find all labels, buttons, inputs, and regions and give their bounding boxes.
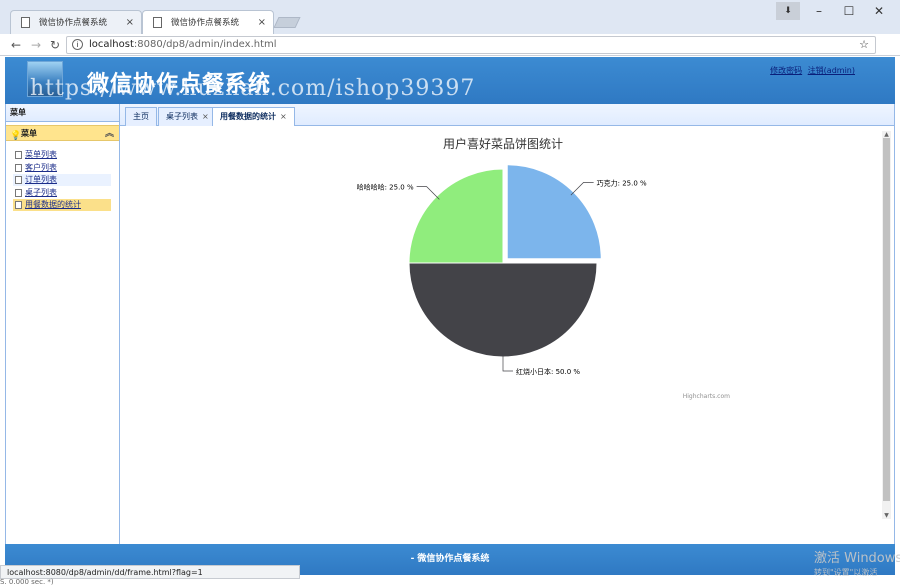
lightbulb-icon: 💡 — [10, 131, 22, 141]
scroll-down-icon[interactable]: ▼ — [883, 512, 890, 519]
close-tab-icon[interactable]: × — [126, 11, 134, 35]
new-tab-button[interactable] — [273, 17, 301, 28]
sidebar-item-order-list[interactable]: 订单列表 — [13, 174, 111, 186]
close-tab-icon[interactable]: × — [280, 112, 287, 121]
bookmark-star-icon[interactable]: ☆ — [859, 37, 869, 53]
chart-area: 用户喜好菜品饼图统计 巧克力: 25.0 % 红烧小日本: 50.0 % 哈哈哈哈:… — [120, 126, 894, 544]
browser-tab-title: 微信协作点餐系统 — [171, 18, 240, 28]
sidebar-item-table-list[interactable]: 桌子列表 — [13, 187, 111, 199]
sidebar-item-label[interactable]: 桌子列表 — [25, 188, 57, 197]
tab-dining-stats[interactable]: 用餐数据的统计 × — [212, 107, 295, 127]
windows-activation-watermark: 激活 Windows 转到"设置"以激活 — [814, 547, 900, 578]
header-links: 修改密码 注销(admin) — [767, 65, 855, 76]
maximize-button[interactable]: ☐ — [834, 2, 864, 20]
chart-title: 用户喜好菜品饼图统计 — [443, 136, 563, 151]
url-host: localhost — [89, 39, 134, 50]
activate-windows-line1: 激活 Windows — [814, 551, 900, 566]
browser-tab-1[interactable]: 微信协作点餐系统 × — [10, 10, 142, 34]
profile-icon[interactable]: ⬇ — [776, 2, 800, 20]
pie-slice-0[interactable] — [506, 164, 602, 260]
browser-tab-2[interactable]: 微信协作点餐系统 × — [142, 10, 274, 34]
sidebar-item-dining-stats[interactable]: 用餐数据的统计 — [13, 199, 111, 211]
status-url: localhost:8080/dp8/admin/dd/frame.html?f… — [0, 565, 300, 579]
forward-icon[interactable]: → — [28, 37, 44, 53]
tab-label: 用餐数据的统计 — [220, 112, 276, 121]
document-icon — [15, 201, 22, 209]
sidebar-item-customer-list[interactable]: 客户列表 — [13, 162, 111, 174]
close-window-button[interactable]: ✕ — [864, 2, 894, 20]
tab-label: 桌子列表 — [166, 112, 198, 121]
info-icon[interactable]: i — [72, 39, 83, 50]
watermark-text: https://www.huzhan.com/ishop39397 — [30, 76, 476, 101]
tab-table-list[interactable]: 桌子列表 × — [158, 107, 217, 126]
change-password-link[interactable]: 修改密码 — [770, 66, 802, 75]
close-tab-icon[interactable]: × — [202, 112, 209, 121]
reload-icon[interactable]: ↻ — [47, 37, 63, 53]
close-tab-icon[interactable]: × — [258, 11, 266, 35]
address-bar-row: ← → ↻ i localhost:8080/dp8/admin/index.h… — [0, 34, 900, 84]
pie-slice-1[interactable] — [408, 262, 598, 358]
accordion-header-menu[interactable]: 💡 菜单 ︽ — [6, 125, 119, 141]
document-icon — [15, 163, 22, 172]
scroll-up-icon[interactable]: ▲ — [883, 131, 890, 138]
tab-home[interactable]: 主页 — [125, 107, 157, 126]
sidebar-item-label[interactable]: 用餐数据的统计 — [25, 200, 81, 209]
logout-link[interactable]: 注销(admin) — [808, 66, 855, 75]
pie-chart: 用户喜好菜品饼图统计 巧克力: 25.0 % 红烧小日本: 50.0 % 哈哈哈哈:… — [357, 136, 731, 400]
scrollbar[interactable]: ▲ ▼ — [882, 131, 891, 519]
document-icon — [15, 176, 22, 184]
sidebar-title: 菜单 — [6, 104, 119, 122]
chart-credits[interactable]: Highcharts.com — [683, 393, 730, 400]
document-icon — [15, 188, 22, 197]
minimize-button[interactable]: – — [804, 2, 834, 20]
browser-tab-strip: 微信协作点餐系统 × 微信协作点餐系统 × ⬇ – ☐ ✕ — [0, 0, 900, 34]
pie-data-label-2: 哈哈哈哈: 25.0 % — [357, 183, 414, 192]
activate-windows-line2: 转到"设置"以激活 — [814, 568, 878, 577]
page-icon — [153, 17, 162, 28]
scrollbar-thumb[interactable] — [883, 138, 890, 501]
pie-data-label-0: 巧克力: 25.0 % — [597, 178, 647, 187]
url-path: :8080/dp8/admin/index.html — [133, 39, 277, 50]
accordion-title: 菜单 — [21, 129, 37, 138]
sidebar-item-menu-list[interactable]: 菜单列表 — [13, 149, 111, 161]
sidebar-item-label[interactable]: 订单列表 — [25, 175, 57, 184]
page-icon — [21, 17, 30, 28]
content-tabs-bar: 主页 桌子列表 × 用餐数据的统计 × — [120, 104, 894, 127]
menu-list: 菜单列表 客户列表 订单列表 桌子列表 用餐数据的统计 — [6, 141, 119, 211]
pie-data-label-1: 红烧小日本: 50.0 % — [516, 367, 580, 376]
sidebar: 菜单 💡 菜单 ︽ 菜单列表 客户列表 订单列表 桌子列表 用餐数据的统计 — [5, 104, 120, 544]
sidebar-item-label[interactable]: 菜单列表 — [25, 150, 57, 159]
document-icon — [15, 151, 22, 159]
browser-tab-title: 微信协作点餐系统 — [39, 18, 108, 28]
sidebar-item-label[interactable]: 客户列表 — [25, 163, 57, 172]
collapse-icon[interactable]: ︽ — [105, 126, 114, 142]
tab-label: 主页 — [133, 112, 149, 121]
back-icon[interactable]: ← — [8, 37, 24, 53]
url-input[interactable]: i localhost:8080/dp8/admin/index.html ☆ — [66, 36, 876, 54]
content-panel: 主页 桌子列表 × 用餐数据的统计 × 用户喜好菜品饼图统计 巧克力: 25.0 %… — [120, 104, 895, 544]
pie-slice-2[interactable] — [408, 168, 504, 264]
